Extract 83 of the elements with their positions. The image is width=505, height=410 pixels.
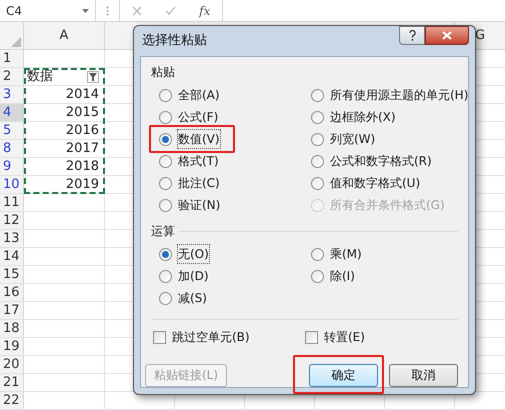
radio-button[interactable] — [311, 176, 324, 190]
checkbox-label: 跳过空单元(B) — [172, 329, 250, 346]
row-header[interactable]: 9 — [0, 158, 24, 175]
group-label: 运算 — [151, 223, 175, 240]
group-label: 粘贴 — [151, 64, 176, 81]
option-label: 列宽(W) — [330, 131, 376, 148]
option-label: 减(S) — [178, 290, 207, 307]
window-title: 选择性粘贴 — [141, 32, 207, 50]
close-button[interactable] — [425, 26, 469, 45]
table-cell-text: 2014 — [66, 86, 99, 104]
radio-button[interactable] — [159, 248, 172, 260]
help-button[interactable] — [399, 26, 425, 45]
radio-button[interactable] — [159, 198, 172, 212]
option-label: 格式(T) — [178, 153, 219, 170]
checkbox-label: 转置(E) — [324, 329, 365, 346]
checkbox[interactable] — [305, 330, 318, 344]
row-header[interactable]: 18 — [0, 320, 24, 337]
option-label: 值和数字格式(U) — [330, 175, 420, 192]
row-header[interactable]: 17 — [0, 302, 24, 319]
radio-button[interactable] — [159, 88, 172, 102]
row-header[interactable]: 13 — [0, 230, 24, 247]
row-header[interactable]: 3 — [0, 86, 24, 103]
radio-button[interactable] — [311, 132, 324, 146]
radio-button[interactable] — [311, 88, 324, 102]
insert-function-button[interactable]: fx — [199, 2, 210, 20]
dropdown-icon[interactable] — [82, 8, 89, 12]
radio-button[interactable] — [159, 132, 172, 146]
option-label: 批注(C) — [178, 175, 220, 192]
select-all-icon[interactable] — [11, 37, 21, 47]
radio-button[interactable] — [159, 110, 172, 124]
radio-button[interactable] — [159, 154, 172, 168]
filter-icon — [89, 72, 97, 80]
table-cell-text: 2016 — [66, 122, 99, 140]
radio-button[interactable] — [311, 154, 324, 168]
cancel-icon[interactable] — [132, 6, 142, 16]
cancel-button[interactable]: 取消 — [389, 364, 458, 386]
row-header[interactable]: 4 — [0, 104, 24, 121]
radio-button[interactable] — [159, 270, 172, 282]
table-cell-text: 2017 — [66, 140, 99, 158]
table-cell-text: 2018 — [66, 158, 99, 176]
option-label: 全部(A) — [178, 87, 220, 104]
row-header[interactable]: 2 — [0, 68, 24, 85]
option-label: 乘(M) — [330, 246, 362, 263]
option-label: 验证(N) — [178, 197, 220, 214]
check-icon[interactable] — [164, 6, 176, 15]
row-header[interactable]: 10 — [0, 176, 24, 193]
checkbox[interactable] — [153, 330, 166, 344]
option-label: 所有使用源主题的单元(H) — [330, 87, 468, 104]
name-box[interactable]: C4 — [0, 0, 96, 21]
table-cell-text: 2019 — [66, 176, 99, 194]
option-label: 公式和数字格式(R) — [330, 153, 432, 170]
option-label: 公式(F) — [178, 109, 218, 126]
row-header[interactable]: 16 — [0, 284, 24, 301]
row-header[interactable]: 21 — [0, 374, 24, 391]
option-label: 所有合并条件格式(G) — [330, 197, 445, 214]
row-header[interactable]: 8 — [0, 140, 24, 157]
radio-button[interactable] — [159, 292, 172, 304]
help-icon — [408, 30, 416, 41]
option-label: 除(I) — [330, 268, 355, 285]
radio-button[interactable] — [311, 248, 324, 260]
row-header[interactable]: 11 — [0, 194, 24, 211]
option-label: 边框除外(X) — [330, 109, 396, 126]
row-header[interactable]: 12 — [0, 212, 24, 229]
row-header[interactable]: 22 — [0, 392, 24, 409]
row-header[interactable]: 15 — [0, 266, 24, 283]
radio-button[interactable] — [159, 176, 172, 190]
filter-button[interactable] — [87, 70, 99, 82]
table-cell-text: 2015 — [66, 104, 99, 122]
ok-button[interactable]: 确定 — [309, 364, 378, 386]
column-header[interactable]: A — [24, 22, 105, 49]
drag-handle-icon — [106, 6, 109, 16]
table-cell-text: 数据 — [27, 68, 53, 86]
row-header[interactable]: 19 — [0, 338, 24, 355]
row-header[interactable]: 1 — [0, 50, 24, 67]
row-header[interactable]: 20 — [0, 356, 24, 373]
option-label: 加(D) — [178, 268, 209, 285]
row-header[interactable]: 5 — [0, 122, 24, 139]
option-label: 无(O) — [178, 245, 209, 263]
radio-button[interactable] — [311, 110, 324, 124]
option-label: 数值(V) — [178, 130, 220, 148]
close-icon — [442, 31, 452, 40]
row-header[interactable]: 14 — [0, 248, 24, 265]
radio-button[interactable] — [311, 270, 324, 282]
